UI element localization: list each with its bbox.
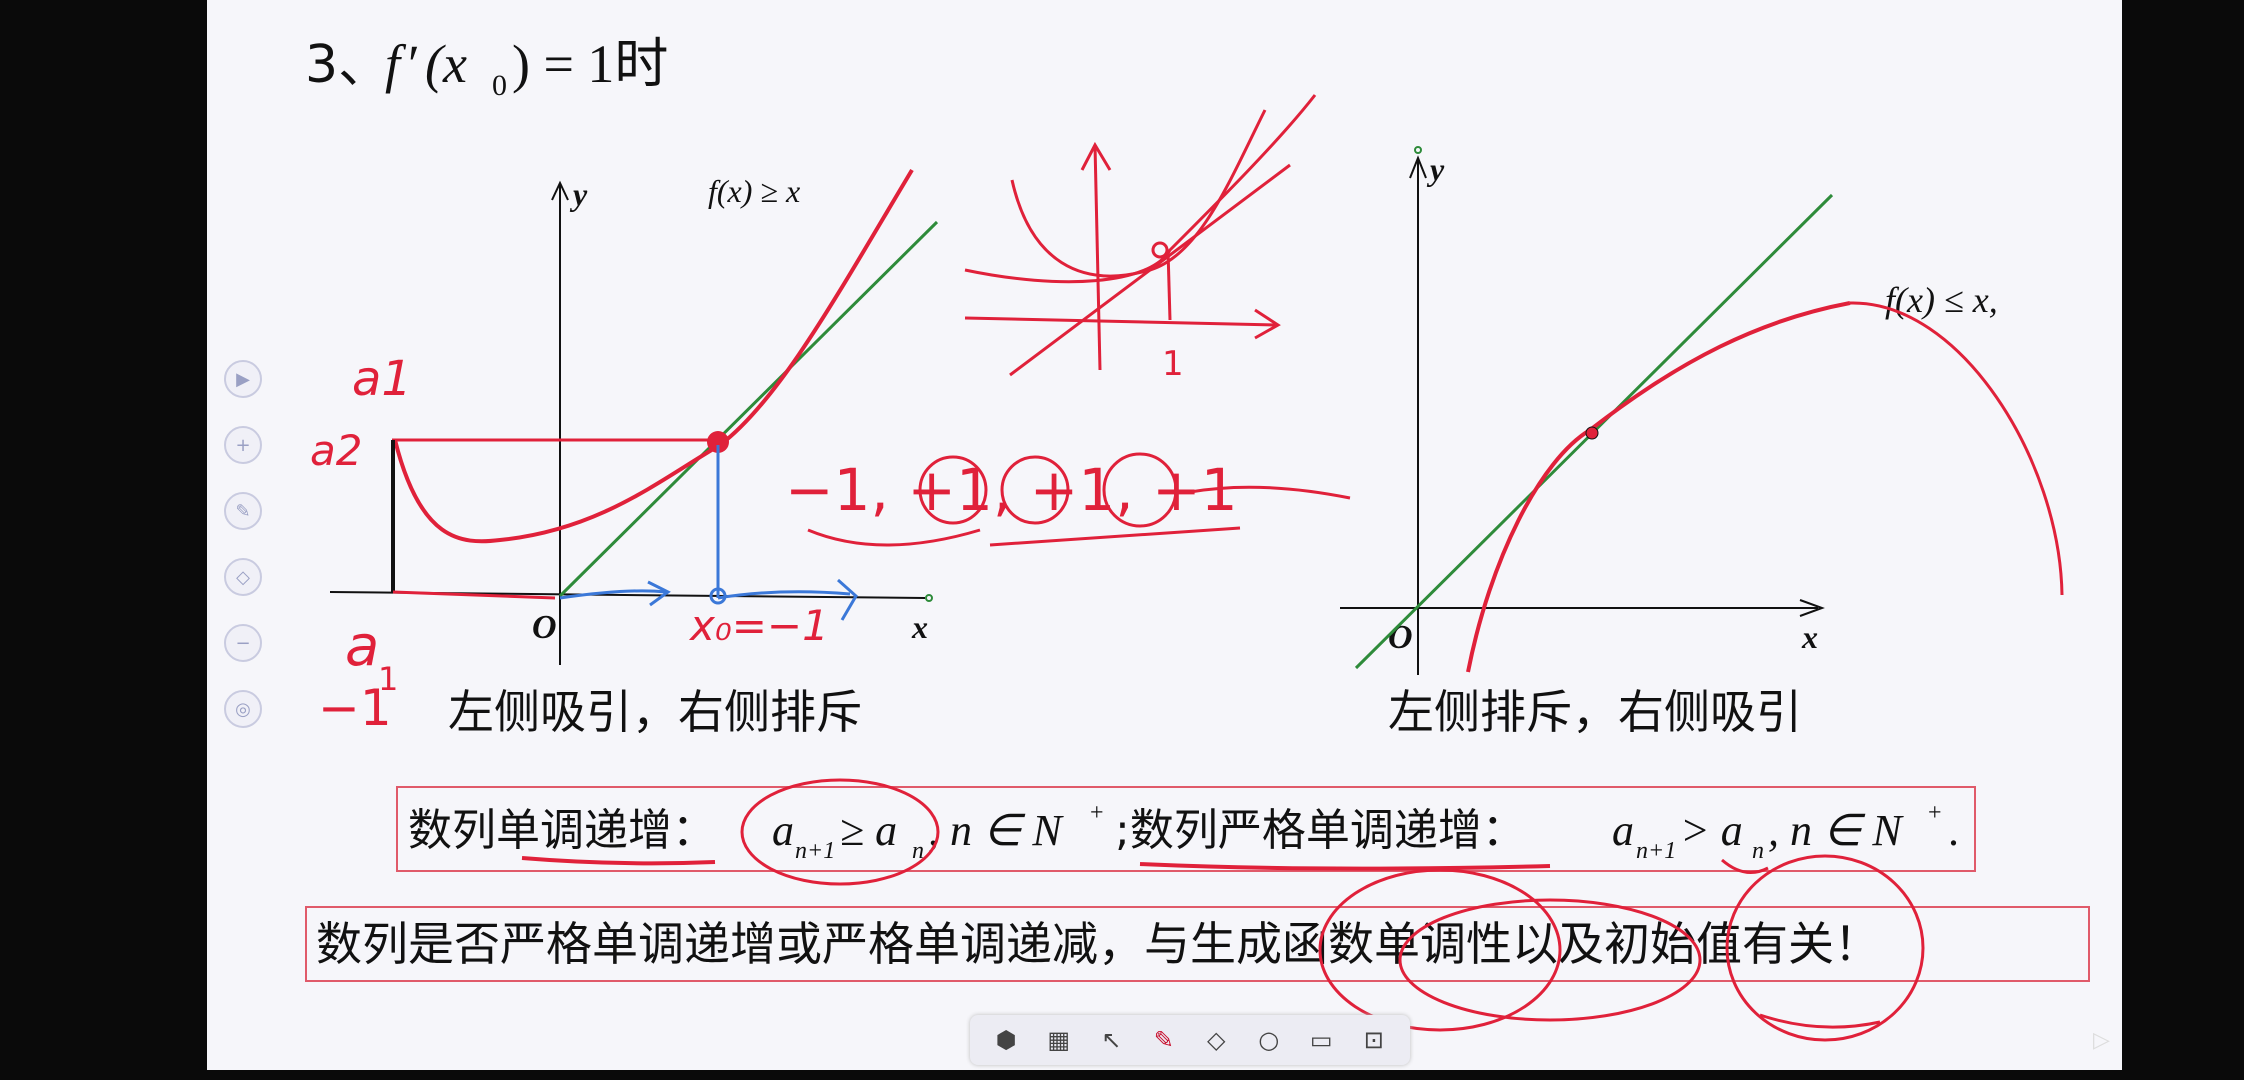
color-icon[interactable]: ◎ <box>224 690 262 728</box>
right-graph: y x O f(x) ≤ x, <box>1340 146 2064 675</box>
left-x-label: x <box>911 609 928 645</box>
present-icon[interactable]: ⊡ <box>1356 1022 1392 1058</box>
box1-text-b: ;数列严格单调递增： <box>1115 805 1526 856</box>
grid-icon[interactable]: ▦ <box>1041 1022 1077 1058</box>
screen: { "slide": { "heading_num": "3、", "headi… <box>0 0 2244 1080</box>
right-caption: 左侧排斥，右侧吸引 <box>1388 685 1802 739</box>
box1-formula-b-tail: , n ∈ N <box>1768 806 1904 855</box>
sequence-arrow-2 <box>989 526 1241 547</box>
left-tangent-line <box>558 220 939 598</box>
hand-a1-lower: a <box>345 614 379 679</box>
play-icon[interactable]: ▶ <box>224 360 262 398</box>
box1-formula-a-tail: , n ∈ N <box>928 806 1064 855</box>
heading-rest: ) = 1时 <box>512 34 668 94</box>
right-function-curve <box>1466 301 1851 673</box>
left-blue-arrowhead-2 <box>837 578 858 621</box>
box1-formula-b-mid: > a <box>1680 806 1743 855</box>
pointer-icon[interactable]: ↖ <box>1093 1022 1129 1058</box>
middle-sketch: 1 −1, +1, +1, +1 <box>785 94 1351 547</box>
left-y-label: y <box>569 176 588 212</box>
right-fixed-point <box>1585 426 1599 440</box>
sequence-arrow-1 <box>807 528 981 547</box>
side-toolbar: ▶ + ✎ ◇ − ◎ <box>220 360 266 756</box>
left-graph: y x O f(x) ≥ x a1 a2 a 1 −1 x₀=−1 <box>310 168 939 737</box>
conclusion-text: 数列是否严格单调递增或严格单调递减，与生成函数单调性以及初始值有关！ <box>316 917 1880 971</box>
heading-number: 3、 <box>305 35 390 95</box>
board-icon[interactable]: ⬢ <box>988 1022 1024 1058</box>
hand-x0-label: x₀=−1 <box>688 601 829 650</box>
zoom-icon[interactable]: ○ <box>1251 1022 1287 1058</box>
shape-icon[interactable]: ◇ <box>224 558 262 596</box>
box1-formula-a-sup: + <box>1090 800 1104 826</box>
pen-icon[interactable]: ✎ <box>224 492 262 530</box>
box1-formula-b-sup: + <box>1928 800 1942 826</box>
heading-prime: ′ <box>408 34 420 94</box>
left-blue-arrowhead-1 <box>647 580 671 607</box>
next-page-icon[interactable]: ▷ <box>2093 1028 2110 1053</box>
box1-formula-a-mid: ≥ a <box>840 806 897 855</box>
sketch-tangent <box>1009 163 1291 377</box>
right-y-label: y <box>1426 151 1445 187</box>
left-origin-label: O <box>532 609 557 646</box>
box1-formula-b: a <box>1612 806 1634 855</box>
left-x-end-dot <box>925 594 933 602</box>
box1-underline-b <box>1139 862 1551 871</box>
box1-formula-a-sub1: n+1 <box>795 838 835 864</box>
right-hand-extension <box>1849 301 2064 596</box>
left-caption: 左侧吸引，右侧排斥 <box>448 685 862 739</box>
sketch-curve-2 <box>964 94 1317 284</box>
hand-a2: a2 <box>310 426 362 475</box>
box2-underline <box>1759 1013 1881 1029</box>
box1-formula-a: a <box>772 806 794 855</box>
hand-a1-upper: a1 <box>352 351 412 407</box>
minus-icon[interactable]: − <box>224 624 262 662</box>
sketch-drop-line <box>1166 249 1172 321</box>
heading-arg: (x <box>425 34 467 94</box>
box1-formula-b-sub2: n <box>1752 838 1764 864</box>
screen-icon[interactable]: ▭ <box>1303 1022 1339 1058</box>
heading-subscript: 0 <box>492 69 507 102</box>
heading-function: f <box>385 34 407 94</box>
box1-formula-b-sub1: n+1 <box>1636 838 1676 864</box>
sketch-x-axis <box>964 316 1276 327</box>
bottom-toolbar: ⬢ ▦ ↖ ✎ ◇ ○ ▭ ⊡ <box>970 1015 1410 1065</box>
sketch-fixed-point <box>1151 241 1169 259</box>
right-y-end-dot <box>1414 146 1422 154</box>
right-x-label: x <box>1801 619 1818 655</box>
pen-icon[interactable]: ✎ <box>1146 1022 1182 1058</box>
sketch-tick-one: 1 <box>1162 344 1184 384</box>
eraser-icon[interactable]: ◇ <box>1198 1022 1234 1058</box>
left-condition: f(x) ≥ x <box>708 173 800 209</box>
box1-text-a: 数列单调递增： <box>408 805 716 856</box>
slide-canvas: 3、 f ′ (x 0 ) = 1时 y x O f(x) ≥ x a1 a2 … <box>305 34 2090 1042</box>
box1-underline-a <box>521 856 716 866</box>
hand-minus-one: −1 <box>318 679 392 737</box>
add-icon[interactable]: + <box>224 426 262 464</box>
box1-formula-b-end: . <box>1948 806 1959 855</box>
sketch-y-axis <box>1093 144 1102 371</box>
